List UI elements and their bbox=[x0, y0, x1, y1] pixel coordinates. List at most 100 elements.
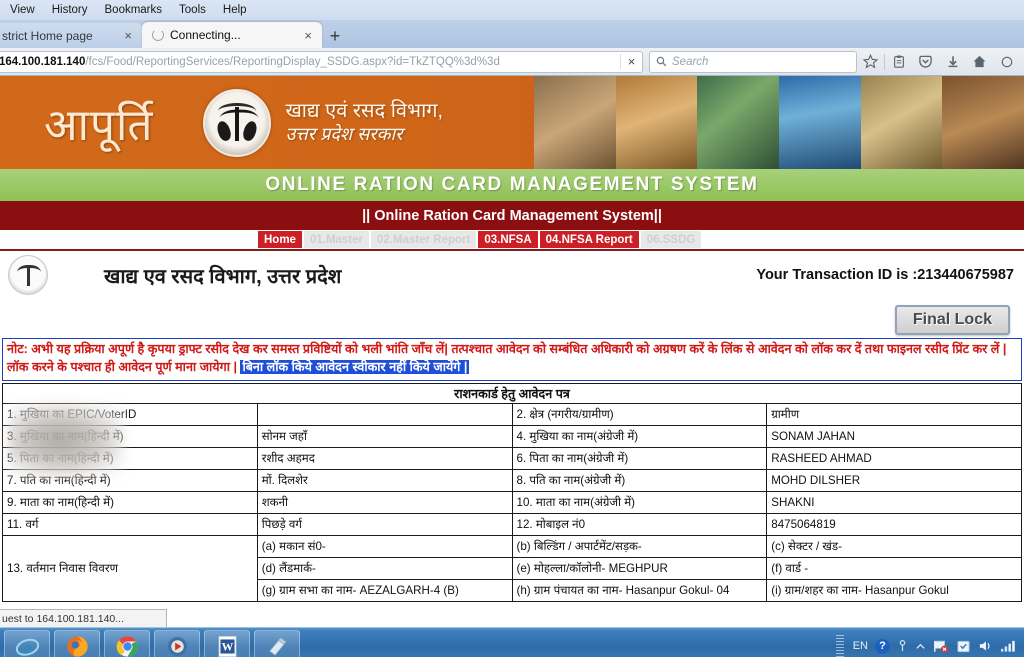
table-row: 1. मुखिया का EPIC/VoterID 2. क्षेत्र (नग… bbox=[2, 402, 1022, 426]
field-label: (h) ग्राम पंचायत का नाम- Hasanpur Gokul-… bbox=[511, 578, 768, 602]
internet-explorer-icon[interactable]: e bbox=[4, 630, 50, 657]
downloads-icon[interactable] bbox=[939, 50, 966, 74]
bookmark-star-icon[interactable] bbox=[857, 50, 884, 74]
menu-icon[interactable] bbox=[993, 50, 1020, 74]
field-label: 10. माता का नाम(अंग्रेजी में) bbox=[511, 490, 768, 514]
field-label: 1. मुखिया का EPIC/VoterID bbox=[2, 402, 258, 426]
show-hidden-icons-chevron-up-icon[interactable] bbox=[915, 642, 926, 651]
pocket-icon[interactable] bbox=[912, 50, 939, 74]
help-icon[interactable]: ? bbox=[875, 638, 890, 654]
site-banner: आपूर्ति खाद्य एवं रसद विभाग, उत्तर प्रदे… bbox=[0, 76, 1024, 169]
url-host: 164.100.181.140 bbox=[0, 55, 86, 68]
browser-menubar: View History Bookmarks Tools Help bbox=[0, 0, 1024, 20]
url-path: /fcs/Food/ReportingServices/ReportingDis… bbox=[85, 55, 500, 68]
menu-item-history[interactable]: History bbox=[44, 2, 97, 18]
nav-item-nfsa-report[interactable]: 04.NFSA Report bbox=[539, 231, 639, 248]
final-lock-button[interactable]: Final Lock bbox=[894, 305, 1010, 335]
banner-photo bbox=[942, 76, 1024, 169]
field-value: रशीद अहमद bbox=[256, 446, 513, 470]
emblem-fish-right bbox=[241, 119, 260, 142]
close-icon[interactable]: × bbox=[302, 29, 314, 42]
menu-item-bookmarks[interactable]: Bookmarks bbox=[97, 2, 172, 18]
flag-alert-icon[interactable] bbox=[933, 639, 949, 654]
notepad-icon[interactable] bbox=[254, 630, 300, 657]
department-line-2: उत्तर प्रदेश सरकार bbox=[285, 123, 403, 144]
browser-tab-0[interactable]: strict Home page × bbox=[0, 23, 142, 48]
field-value: (d) लैंडमार्क- bbox=[256, 556, 513, 580]
media-player-icon[interactable] bbox=[154, 630, 200, 657]
reader-clipboard-icon[interactable] bbox=[885, 50, 912, 74]
tab-label: strict Home page bbox=[2, 28, 93, 43]
emblem-fish-left bbox=[215, 119, 234, 142]
word-icon[interactable]: W bbox=[204, 630, 250, 657]
emblem-arc bbox=[218, 102, 257, 119]
network-icon[interactable] bbox=[1000, 639, 1016, 653]
field-value: RASHEED AHMAD bbox=[766, 446, 1022, 470]
home-icon[interactable] bbox=[966, 50, 993, 74]
field-label: (e) मोहल्ला/कॉलोनी- MEGHPUR bbox=[511, 556, 768, 580]
close-icon[interactable]: × bbox=[122, 29, 134, 42]
final-lock-row: Final Lock bbox=[0, 299, 1024, 335]
pin-icon[interactable] bbox=[897, 639, 908, 653]
table-row: 9. माता का नाम(हिन्दी में) शकनी 10. माता… bbox=[2, 490, 1022, 514]
tray-grip[interactable] bbox=[835, 635, 844, 657]
field-label: (b) बिल्डिंग / अपार्टमेंट/सड़क- bbox=[511, 534, 768, 558]
field-value: (g) ग्राम सभा का नाम- AEZALGARH-4 (B) bbox=[256, 578, 513, 602]
system-subtitle-red-bar: || Online Ration Card Management System|… bbox=[0, 201, 1024, 230]
nav-item-master-report[interactable]: 02.Master Report bbox=[371, 231, 477, 248]
search-icon bbox=[656, 56, 667, 67]
field-value: (i) ग्राम/शहर का नाम- Hasanpur Gokul bbox=[766, 578, 1022, 602]
url-bar[interactable]: 164.100.181.140/fcs/Food/ReportingServic… bbox=[0, 50, 643, 73]
field-label: 2. क्षेत्र (नगरीय/ग्रामीण) bbox=[511, 402, 768, 426]
status-bar: uest to 164.100.181.140... bbox=[0, 609, 167, 627]
search-placeholder: Search bbox=[672, 55, 709, 68]
chrome-icon[interactable] bbox=[104, 630, 150, 657]
field-label: 13. वर्तमान निवास विवरण bbox=[2, 534, 258, 602]
firefox-icon[interactable] bbox=[54, 630, 100, 657]
site-brand: आपूर्ति bbox=[44, 100, 154, 150]
menu-item-help[interactable]: Help bbox=[215, 2, 256, 18]
stop-loading-icon[interactable]: × bbox=[620, 54, 642, 69]
field-value: (a) मकान सं0- bbox=[256, 534, 513, 558]
taskbar-apps: e W bbox=[0, 630, 300, 657]
field-label: 11. वर्ग bbox=[2, 512, 258, 536]
notice-line-1: नोट: अभी यह प्रक्रिया अपूर्ण है कृपया ड्… bbox=[7, 342, 792, 356]
browser-tab-1[interactable]: Connecting... × bbox=[142, 22, 322, 48]
transaction-id: Your Transaction ID is :213440675987 bbox=[756, 267, 1014, 283]
menu-item-view[interactable]: View bbox=[2, 2, 44, 18]
field-value: SONAM JAHAN bbox=[766, 424, 1022, 448]
table-row: 5. पिता का नाम(हिन्दी में) रशीद अहमद 6. … bbox=[2, 446, 1022, 470]
field-value: MOHD DILSHER bbox=[766, 468, 1022, 492]
language-indicator[interactable]: EN bbox=[853, 640, 868, 652]
new-tab-button[interactable]: + bbox=[322, 24, 348, 48]
transaction-id-wrap: Your Transaction ID is :213440675987 bbox=[756, 267, 1014, 283]
field-value: (f) वार्ड - bbox=[766, 556, 1022, 580]
nav-item-home[interactable]: Home bbox=[258, 231, 302, 248]
search-input[interactable]: Search bbox=[649, 50, 857, 73]
table-row: 11. वर्ग पिछड़े वर्ग 12. मोबाइल नं0 8475… bbox=[2, 512, 1022, 536]
menu-item-tools[interactable]: Tools bbox=[171, 2, 215, 18]
windows-taskbar: e W EN ? bbox=[0, 627, 1024, 657]
tab-label: Connecting... bbox=[170, 28, 241, 42]
field-value: (c) सेक्टर / खंड- bbox=[766, 534, 1022, 558]
nav-item-master[interactable]: 01.Master bbox=[303, 231, 370, 248]
browser-chrome: View History Bookmarks Tools Help strict… bbox=[0, 0, 1024, 76]
form-title: राशनकार्ड हेतु आवेदन पत्र bbox=[2, 382, 1022, 404]
field-value: SHAKNI bbox=[766, 490, 1022, 514]
department-name: खाद्य एवं रसद विभाग, उत्तर प्रदेश सरकार bbox=[285, 100, 443, 145]
browser-navbar: 164.100.181.140/fcs/Food/ReportingServic… bbox=[0, 48, 1024, 76]
notice-highlight: बिना लॉक किये आवेदन स्वीकार नहीं किये जा… bbox=[240, 359, 470, 374]
volume-icon[interactable] bbox=[978, 639, 993, 653]
nav-item-ssdg[interactable]: 06.SSDG bbox=[640, 231, 702, 248]
action-center-icon[interactable] bbox=[956, 639, 971, 654]
field-label: 12. मोबाइल नं0 bbox=[511, 512, 768, 536]
table-row: 13. वर्तमान निवास विवरण (a) मकान सं0- (b… bbox=[2, 534, 1022, 602]
banner-photo bbox=[615, 76, 698, 169]
banner-photo bbox=[860, 76, 943, 169]
loading-spinner-icon bbox=[152, 29, 164, 41]
field-label: 6. पिता का नाम(अंग्रेजी में) bbox=[511, 446, 768, 470]
banner-photo bbox=[534, 76, 616, 169]
nav-item-nfsa[interactable]: 03.NFSA bbox=[478, 231, 538, 248]
browser-tabstrip: strict Home page × Connecting... × + bbox=[0, 20, 1024, 48]
table-row-title: राशनकार्ड हेतु आवेदन पत्र bbox=[2, 382, 1022, 404]
